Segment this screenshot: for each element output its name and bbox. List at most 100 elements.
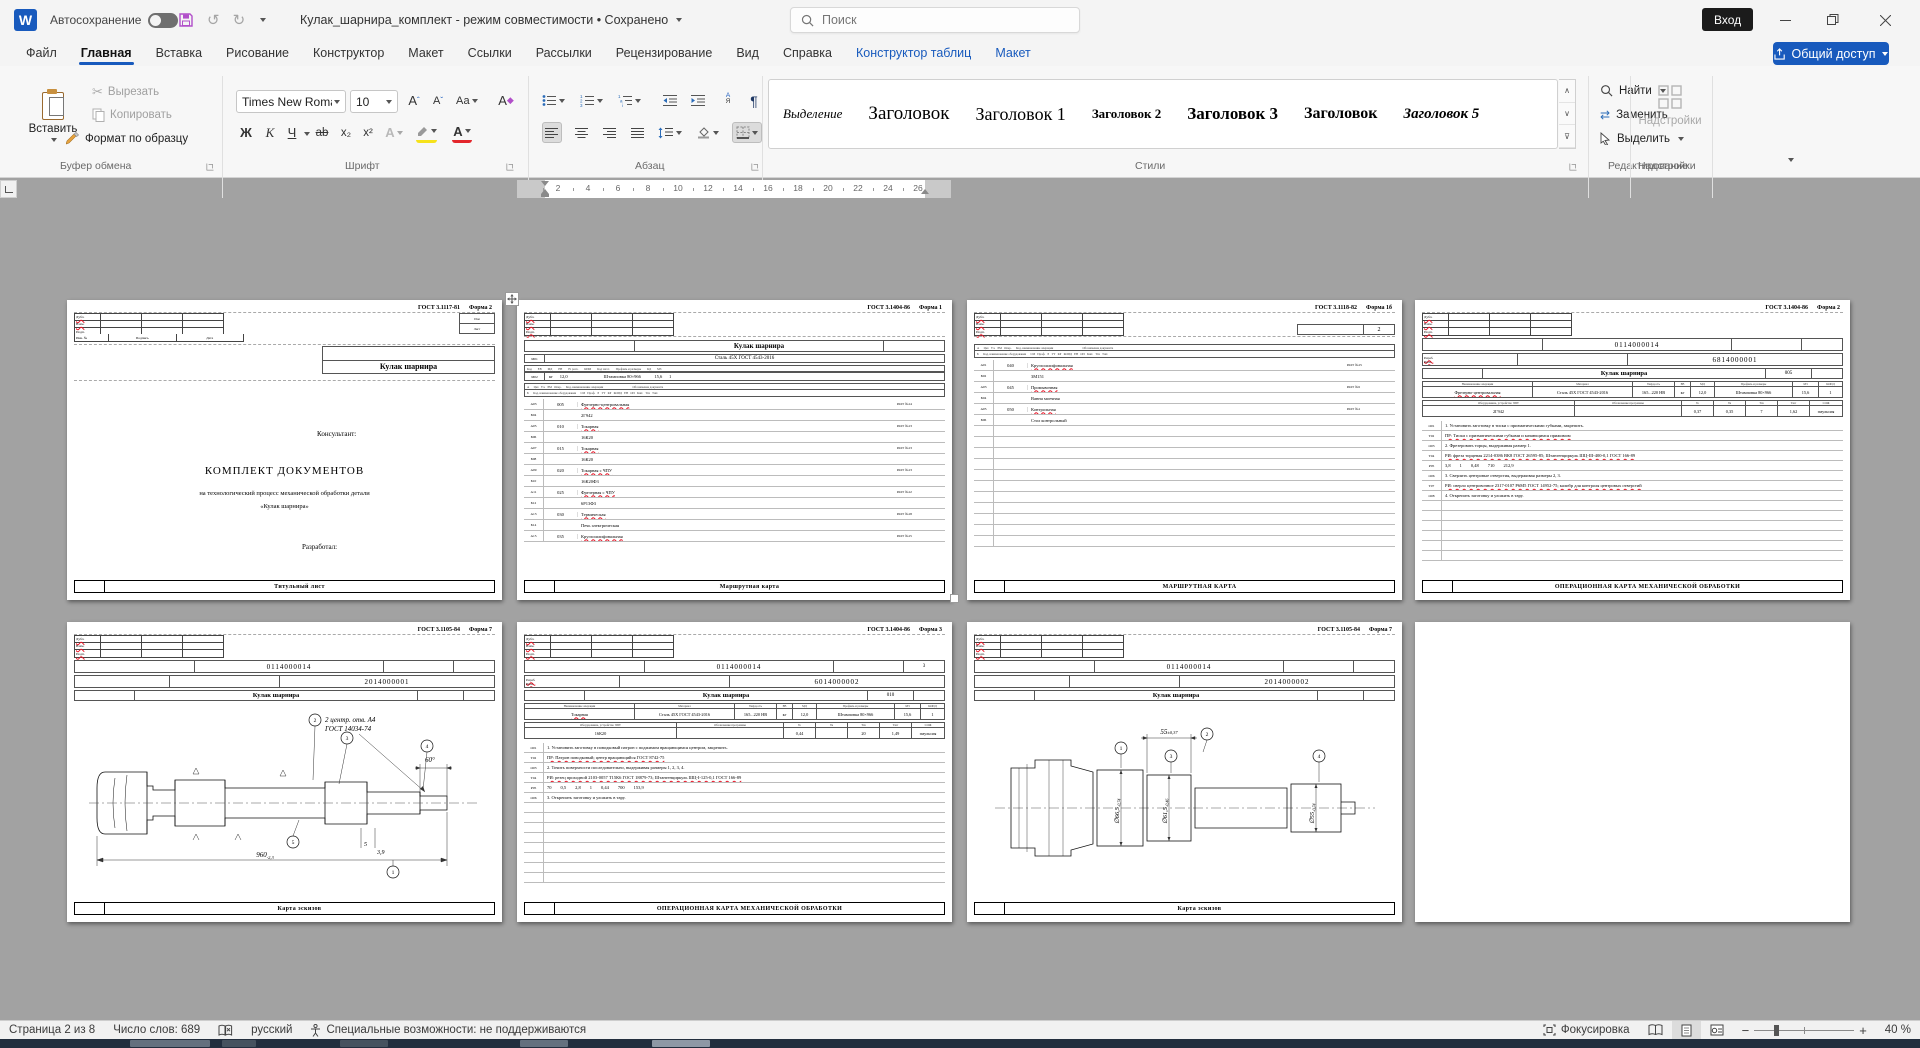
paste-button[interactable]: Вставить xyxy=(30,88,76,156)
text-effects-button[interactable]: А xyxy=(384,122,404,143)
document-canvas[interactable]: ГОСТ 3.1117-81 Форма 2Дубл.Взам.Подп. Ин… xyxy=(0,198,1920,1020)
autosave-control[interactable]: Автосохранение xyxy=(50,0,178,40)
title-chevron-icon[interactable] xyxy=(676,18,682,22)
focus-mode-button[interactable]: Фокусировка xyxy=(1534,1021,1639,1039)
grow-font-button[interactable]: Аˆ xyxy=(404,90,424,111)
proofing-status[interactable] xyxy=(209,1021,242,1039)
tab-help[interactable]: Справка xyxy=(771,40,844,66)
left-indent-marker[interactable] xyxy=(541,194,549,197)
read-mode-button[interactable] xyxy=(1639,1021,1672,1039)
shading-button[interactable] xyxy=(696,122,719,143)
tab-table-layout[interactable]: Макет xyxy=(983,40,1042,66)
zoom-in-icon[interactable]: + xyxy=(1859,1023,1867,1038)
format-painter-button[interactable]: Формат по образцу xyxy=(66,132,188,145)
cut-button[interactable]: ✂Вырезать xyxy=(92,84,159,100)
highlight-button[interactable] xyxy=(416,122,437,143)
search-input[interactable]: Поиск xyxy=(790,7,1080,33)
document-page-8[interactable] xyxy=(1415,622,1850,922)
italic-button[interactable]: К xyxy=(260,122,280,143)
tab-file[interactable]: Файл xyxy=(14,40,69,66)
font-color-button[interactable]: А xyxy=(452,122,472,143)
tab-home[interactable]: Главная xyxy=(69,40,144,66)
language-indicator[interactable]: русский xyxy=(242,1021,301,1039)
paragraph-dialog-launcher-icon[interactable] xyxy=(752,164,759,171)
decrease-indent-button[interactable] xyxy=(660,90,680,111)
document-page-2[interactable]: ГОСТ 3.1404-86 Форма 1Дубл.Взам.Подп. Ку… xyxy=(517,300,952,600)
print-layout-button[interactable] xyxy=(1672,1021,1701,1039)
first-line-indent-marker[interactable] xyxy=(541,181,549,186)
style-item-heading1[interactable]: Заголовок 1 xyxy=(976,104,1066,125)
document-page-4[interactable]: ГОСТ 3.1404-86 Форма 2Дубл.Взам.Подп. 01… xyxy=(1415,300,1850,600)
multilevel-list-button[interactable]: 1ai xyxy=(618,90,641,111)
font-size-combo[interactable]: 10 xyxy=(350,90,398,113)
align-right-button[interactable] xyxy=(600,122,620,143)
tab-mailings[interactable]: Рассылки xyxy=(524,40,604,66)
style-item-heading[interactable]: Заголовок xyxy=(868,103,949,125)
shrink-font-button[interactable]: Аˇ xyxy=(428,90,448,111)
table-resize-handle[interactable] xyxy=(950,594,959,603)
document-page-3[interactable]: ГОСТ 3.1118-82 Форма 1бДубл.Взам.Подп. 2… xyxy=(967,300,1402,600)
restore-button[interactable] xyxy=(1810,0,1856,40)
tab-table-design[interactable]: Конструктор таблиц xyxy=(844,40,983,66)
tab-view[interactable]: Вид xyxy=(724,40,771,66)
redo-icon[interactable]: ↻ xyxy=(233,11,246,29)
justify-button[interactable] xyxy=(628,122,648,143)
subscript-button[interactable]: x₂ xyxy=(336,122,356,143)
word-count[interactable]: Число слов: 689 xyxy=(104,1021,209,1039)
font-family-combo[interactable]: Times New Roman xyxy=(236,90,346,113)
style-item-heading5[interactable]: Заголовок 5 xyxy=(1403,106,1479,123)
tab-selector[interactable] xyxy=(0,180,17,198)
tab-references[interactable]: Ссылки xyxy=(456,40,524,66)
sort-button[interactable]: АЯ xyxy=(718,88,738,109)
collapse-ribbon-chevron-icon[interactable] xyxy=(1788,158,1794,162)
horizontal-ruler[interactable]: 2468101214161820222426 xyxy=(517,180,951,198)
zoom-out-icon[interactable]: − xyxy=(1742,1023,1750,1038)
style-item-emphasis[interactable]: Выделение xyxy=(783,106,842,122)
share-button[interactable]: Общий доступ xyxy=(1773,42,1889,65)
qat-customize-chevron-icon[interactable] xyxy=(260,18,266,22)
font-dialog-launcher-icon[interactable] xyxy=(507,164,514,171)
align-left-button[interactable] xyxy=(542,122,562,143)
style-item-heading2[interactable]: Заголовок 2 xyxy=(1092,106,1161,122)
strikethrough-button[interactable]: ab xyxy=(312,122,332,143)
copy-button[interactable]: Копировать xyxy=(92,108,172,122)
zoom-level[interactable]: 40 % xyxy=(1876,1021,1920,1039)
close-button[interactable] xyxy=(1862,0,1908,40)
borders-button[interactable] xyxy=(732,122,762,143)
style-item-heading3[interactable]: Заголовок 3 xyxy=(1187,104,1278,124)
sign-in-button[interactable]: Вход xyxy=(1702,8,1753,31)
document-page-6[interactable]: ГОСТ 3.1404-86 Форма 3Дубл.Взам.Подп. 01… xyxy=(517,622,952,922)
document-page-1[interactable]: ГОСТ 3.1117-81 Форма 2Дубл.Взам.Подп. Ин… xyxy=(67,300,502,600)
accessibility-status[interactable]: Специальные возможности: не поддерживают… xyxy=(301,1021,595,1039)
document-page-7[interactable]: ГОСТ 3.1105-84 Форма 7Дубл.Взам.Подп. 01… xyxy=(967,622,1402,922)
page-indicator[interactable]: Страница 2 из 8 xyxy=(0,1021,104,1039)
document-page-5[interactable]: ГОСТ 3.1105-84 Форма 7Дубл.Взам.Подп. 01… xyxy=(67,622,502,922)
tab-layout[interactable]: Макет xyxy=(396,40,455,66)
undo-icon[interactable]: ↺ xyxy=(207,11,220,29)
autosave-toggle[interactable] xyxy=(148,13,178,28)
styles-dialog-launcher-icon[interactable] xyxy=(1570,164,1577,171)
save-icon[interactable] xyxy=(178,12,194,28)
align-center-button[interactable] xyxy=(572,122,592,143)
addins-button[interactable]: Надстройки xyxy=(1640,84,1700,146)
show-marks-button[interactable]: ¶ xyxy=(744,90,764,111)
bold-button[interactable]: Ж xyxy=(236,122,256,143)
line-spacing-button[interactable] xyxy=(658,122,682,143)
tab-insert[interactable]: Вставка xyxy=(144,40,214,66)
tab-design[interactable]: Конструктор xyxy=(301,40,396,66)
tab-draw[interactable]: Рисование xyxy=(214,40,301,66)
underline-chevron-icon[interactable] xyxy=(304,132,310,136)
increase-indent-button[interactable] xyxy=(688,90,708,111)
minimize-button[interactable] xyxy=(1762,0,1808,40)
change-case-button[interactable]: Аа xyxy=(456,90,478,111)
style-item-heading4[interactable]: Заголовок xyxy=(1304,105,1377,123)
styles-gallery-scrollbar[interactable]: ∧∨⊽ xyxy=(1559,79,1576,149)
superscript-button[interactable]: x² xyxy=(358,122,378,143)
numbering-button[interactable]: 123 xyxy=(580,90,603,111)
word-app-icon[interactable]: W xyxy=(14,9,37,31)
zoom-thumb[interactable] xyxy=(1774,1025,1779,1036)
zoom-slider[interactable]: − + xyxy=(1733,1021,1876,1039)
tab-review[interactable]: Рецензирование xyxy=(604,40,725,66)
clear-formatting-button[interactable]: А◆ xyxy=(496,90,516,111)
web-layout-button[interactable] xyxy=(1701,1021,1733,1039)
